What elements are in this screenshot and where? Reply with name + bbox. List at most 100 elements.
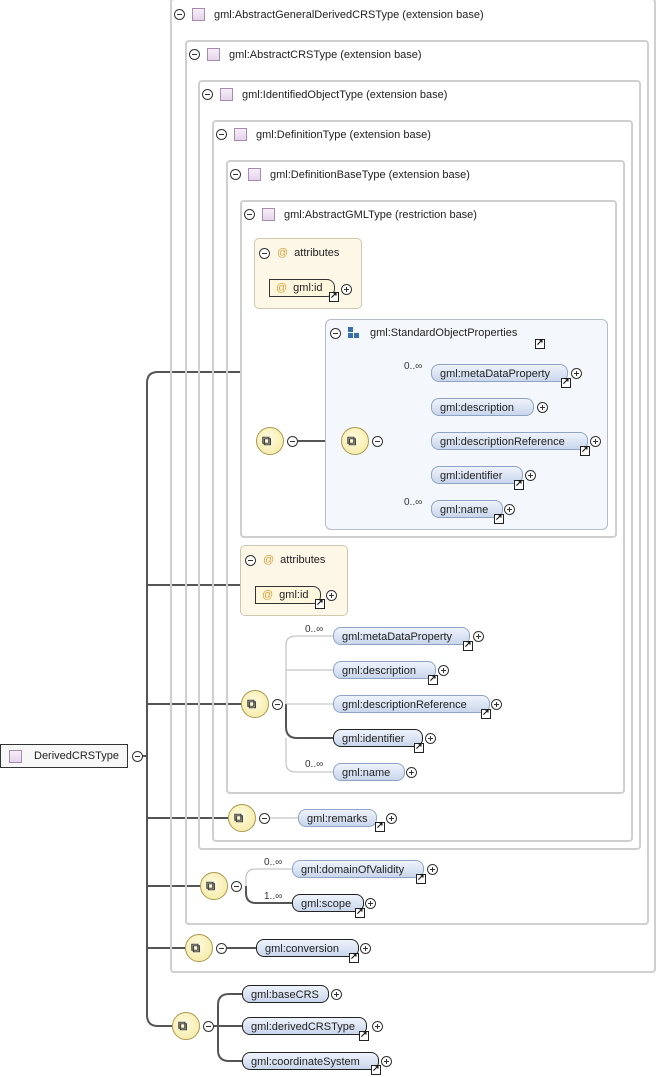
element-description[interactable]: gml:description	[333, 661, 436, 679]
expand-icon[interactable]	[537, 402, 548, 413]
attribute-gml-id[interactable]: @ gml:id	[255, 586, 321, 604]
expand-icon[interactable]	[341, 284, 352, 295]
expand-icon[interactable]	[571, 368, 582, 379]
occurrence-label: 0..∞	[305, 624, 324, 635]
collapse-icon[interactable]	[174, 9, 185, 20]
element-scope[interactable]: gml:scope	[292, 894, 364, 912]
sequence-compositor-icon[interactable]: ⧉	[241, 690, 269, 718]
link-arrow-icon[interactable]	[329, 290, 339, 302]
attributes-header[interactable]: @ attributes	[245, 554, 325, 566]
element-coordinate-system[interactable]: gml:coordinateSystem	[242, 1052, 379, 1070]
occurrence-label: 0..∞	[264, 857, 283, 868]
element-description-reference[interactable]: gml:descriptionReference	[431, 432, 588, 450]
collapse-icon[interactable]	[216, 943, 227, 954]
element-name[interactable]: gml:name	[333, 763, 405, 781]
expand-icon[interactable]	[427, 864, 438, 875]
collapse-icon[interactable]	[230, 169, 241, 180]
collapse-icon[interactable]	[244, 209, 255, 220]
sequence-compositor-icon[interactable]: ⧉	[256, 427, 284, 455]
attributes-header[interactable]: @ attributes	[259, 247, 339, 259]
collapse-icon[interactable]	[272, 699, 283, 710]
element-base-crs[interactable]: gml:baseCRS	[242, 985, 329, 1003]
sequence-compositor-icon[interactable]: ⧉	[228, 804, 256, 832]
root-element-derived-crs-type[interactable]: DerivedCRSType	[0, 744, 128, 768]
collapse-icon[interactable]	[372, 436, 383, 447]
link-arrow-icon[interactable]	[481, 707, 491, 719]
collapse-icon[interactable]	[259, 813, 270, 824]
collapse-icon[interactable]	[245, 554, 256, 566]
type-header-definition-base[interactable]: gml:DefinitionBaseType (extension base)	[230, 168, 470, 181]
type-header-identified-object[interactable]: gml:IdentifiedObjectType (extension base…	[202, 88, 447, 101]
expand-icon[interactable]	[525, 470, 536, 481]
link-arrow-icon[interactable]	[375, 820, 385, 832]
element-remarks[interactable]: gml:remarks	[298, 809, 377, 827]
root-label: DerivedCRSType	[34, 750, 119, 762]
link-arrow-icon[interactable]	[580, 444, 590, 456]
type-header-abstract-general-derived-crs[interactable]: gml:AbstractGeneralDerivedCRSType (exten…	[174, 8, 484, 21]
expand-icon[interactable]	[386, 813, 397, 824]
sequence-compositor-icon[interactable]: ⧉	[341, 427, 369, 455]
at-sign-icon: @	[277, 247, 289, 259]
type-label: gml:IdentifiedObjectType (extension base…	[242, 88, 448, 101]
group-header[interactable]: gml:StandardObjectProperties	[330, 327, 517, 339]
collapse-icon[interactable]	[202, 89, 213, 100]
collapse-icon[interactable]	[132, 751, 143, 762]
type-label: gml:AbstractCRSType (extension base)	[229, 48, 422, 61]
link-arrow-icon[interactable]	[371, 1063, 381, 1075]
link-arrow-icon[interactable]	[315, 597, 325, 609]
collapse-icon[interactable]	[189, 49, 200, 60]
type-header-definition[interactable]: gml:DefinitionType (extension base)	[216, 128, 431, 141]
element-meta-data-property[interactable]: gml:metaDataProperty	[431, 364, 568, 382]
collapse-icon[interactable]	[231, 881, 242, 892]
collapse-icon[interactable]	[287, 436, 298, 447]
link-arrow-icon[interactable]	[414, 741, 424, 753]
expand-icon[interactable]	[590, 436, 601, 447]
link-arrow-icon[interactable]	[349, 951, 359, 963]
link-arrow-icon[interactable]	[514, 478, 524, 490]
expand-icon[interactable]	[504, 504, 515, 515]
type-header-abstract-gml[interactable]: gml:AbstractGMLType (restriction base)	[244, 208, 477, 221]
expand-icon[interactable]	[331, 989, 342, 1000]
element-description-reference[interactable]: gml:descriptionReference	[333, 695, 490, 713]
type-square-icon	[220, 88, 233, 101]
expand-icon[interactable]	[365, 898, 376, 909]
link-arrow-icon[interactable]	[561, 376, 571, 388]
collapse-icon[interactable]	[216, 129, 227, 140]
expand-icon[interactable]	[372, 1021, 383, 1032]
sequence-compositor-icon[interactable]: ⧉	[185, 934, 213, 962]
type-header-abstract-crs[interactable]: gml:AbstractCRSType (extension base)	[189, 48, 422, 61]
element-name[interactable]: gml:name	[431, 500, 503, 518]
element-meta-data-property[interactable]: gml:metaDataProperty	[333, 627, 470, 645]
expand-icon[interactable]	[406, 767, 417, 778]
collapse-icon[interactable]	[203, 1021, 214, 1032]
expand-icon[interactable]	[425, 733, 436, 744]
collapse-icon[interactable]	[259, 247, 270, 259]
element-description[interactable]: gml:description	[431, 398, 534, 416]
sequence-compositor-icon[interactable]: ⧉	[172, 1012, 200, 1040]
link-arrow-icon[interactable]	[355, 906, 365, 918]
element-identifier[interactable]: gml:identifier	[333, 729, 423, 747]
expand-icon[interactable]	[360, 943, 371, 954]
expand-icon[interactable]	[326, 590, 337, 601]
element-conversion[interactable]: gml:conversion	[256, 939, 359, 957]
type-label: gml:AbstractGeneralDerivedCRSType (exten…	[214, 8, 484, 21]
attribute-gml-id[interactable]: @ gml:id	[269, 279, 335, 297]
element-identifier[interactable]: gml:identifier	[431, 466, 523, 484]
link-arrow-icon[interactable]	[416, 872, 426, 884]
type-square-icon	[192, 8, 205, 21]
link-arrow-icon[interactable]	[494, 512, 504, 524]
expand-icon[interactable]	[473, 631, 484, 642]
link-arrow-icon[interactable]	[463, 639, 473, 651]
link-arrow-icon[interactable]	[359, 1029, 369, 1041]
expand-icon[interactable]	[438, 665, 449, 676]
expand-icon[interactable]	[381, 1056, 392, 1067]
element-domain-of-validity[interactable]: gml:domainOfValidity	[292, 860, 424, 878]
attribute-label: gml:id	[293, 282, 323, 294]
link-arrow-icon[interactable]	[535, 337, 545, 349]
collapse-icon[interactable]	[330, 327, 341, 339]
type-label: gml:DefinitionType (extension base)	[256, 128, 431, 141]
link-arrow-icon[interactable]	[428, 673, 438, 685]
expand-icon[interactable]	[491, 699, 502, 710]
element-derived-crs-type[interactable]: gml:derivedCRSType	[242, 1017, 367, 1035]
sequence-compositor-icon[interactable]: ⧉	[200, 872, 228, 900]
